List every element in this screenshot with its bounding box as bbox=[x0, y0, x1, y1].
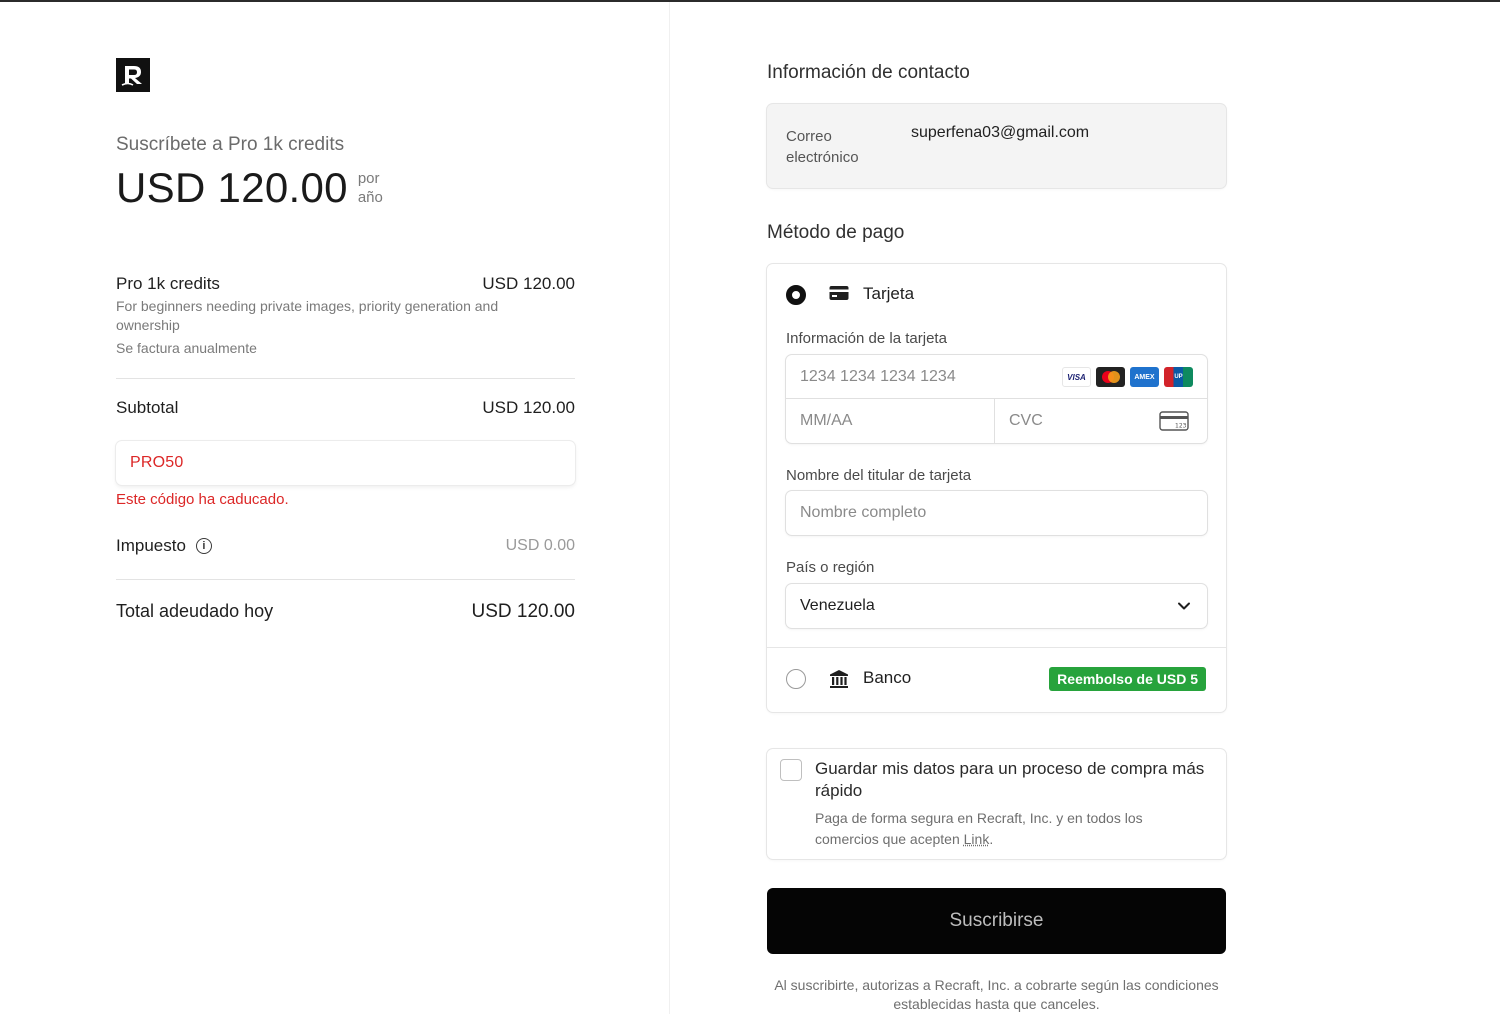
price-period-line2: año bbox=[357, 189, 383, 206]
country-label: País o región bbox=[786, 559, 875, 576]
line-item-price: USD 120.00 bbox=[482, 274, 575, 293]
bank-radio[interactable] bbox=[786, 669, 806, 689]
country-select[interactable]: Venezuela bbox=[786, 584, 1207, 628]
info-icon[interactable]: i bbox=[195, 538, 212, 554]
bank-option-label[interactable]: Banco bbox=[863, 668, 911, 688]
total-value: USD 120.00 bbox=[471, 601, 575, 622]
card-info-label: Información de la tarjeta bbox=[786, 330, 947, 347]
cvc-card-icon: 123 bbox=[1159, 411, 1189, 436]
line-item-name: Pro 1k credits bbox=[116, 274, 220, 293]
divider bbox=[116, 579, 575, 580]
save-info-checkbox[interactable] bbox=[780, 759, 802, 781]
card-number-input[interactable]: 1234 1234 1234 1234 VISA AMEX UP bbox=[786, 355, 1207, 399]
contact-info-box: Correo electrónico superfena03@gmail.com bbox=[767, 104, 1226, 188]
promo-error-message: Este código ha caducado. bbox=[116, 491, 289, 508]
save-info-description: Paga de forma segura en Recraft, Inc. y … bbox=[815, 808, 1195, 850]
payment-section-title: Método de pago bbox=[767, 222, 905, 243]
total-label: Total adeudado hoy bbox=[116, 601, 274, 621]
chevron-down-icon bbox=[1177, 599, 1191, 618]
cvc-input[interactable]: CVC 123 bbox=[995, 399, 1207, 443]
line-item-description: For beginners needing private images, pr… bbox=[116, 298, 499, 333]
card-input-group: 1234 1234 1234 1234 VISA AMEX UP MM/AA C… bbox=[786, 355, 1207, 443]
unionpay-icon: UP bbox=[1164, 367, 1193, 387]
subtotal-row: Subtotal USD 120.00 bbox=[116, 398, 575, 418]
cardholder-placeholder: Nombre completo bbox=[800, 504, 927, 521]
cardholder-label: Nombre del titular de tarjeta bbox=[786, 467, 972, 484]
visa-icon: VISA bbox=[1062, 367, 1091, 387]
total-row: Total adeudado hoy USD 120.00 bbox=[116, 601, 575, 623]
bank-rebate-badge: Reembolso de USD 5 bbox=[1049, 667, 1206, 691]
contact-section-title: Información de contacto bbox=[767, 62, 970, 83]
divider bbox=[116, 378, 575, 379]
subscribe-title: Suscríbete a Pro 1k credits bbox=[116, 134, 345, 155]
save-info-title[interactable]: Guardar mis datos para un proceso de com… bbox=[815, 758, 1215, 802]
expiry-input[interactable]: MM/AA bbox=[786, 399, 995, 443]
cardholder-name-input[interactable]: Nombre completo bbox=[786, 491, 1207, 535]
link-info-link[interactable]: Link bbox=[964, 831, 990, 847]
tax-label-group: Impuesto i bbox=[116, 536, 212, 556]
promo-code-field[interactable]: PRO50 bbox=[116, 441, 575, 485]
legal-text: Al suscribirte, autorizas a Recraft, Inc… bbox=[774, 977, 1219, 1012]
subtotal-value: USD 120.00 bbox=[482, 398, 575, 417]
credit-card-icon bbox=[829, 285, 849, 306]
price-amount: USD 120.00 bbox=[116, 164, 348, 211]
tax-label: Impuesto bbox=[116, 536, 186, 555]
price-row: USD 120.00 por año bbox=[116, 164, 383, 212]
card-radio[interactable] bbox=[786, 285, 806, 305]
save-desc-suffix: . bbox=[989, 831, 994, 847]
save-info-box: Guardar mis datos para un proceso de com… bbox=[767, 749, 1226, 859]
country-value: Venezuela bbox=[800, 597, 875, 614]
amex-icon: AMEX bbox=[1130, 367, 1159, 387]
mastercard-icon bbox=[1096, 367, 1125, 387]
price-period: por año bbox=[358, 169, 383, 207]
recraft-logo-icon bbox=[116, 58, 150, 92]
email-value: superfena03@gmail.com bbox=[911, 124, 1090, 141]
line-item: Pro 1k credits USD 120.00 For beginners … bbox=[116, 274, 575, 356]
card-number-placeholder: 1234 1234 1234 1234 bbox=[800, 367, 956, 385]
email-label: Correo electrónico bbox=[786, 128, 859, 166]
tax-row: Impuesto i USD 0.00 bbox=[116, 536, 575, 556]
payment-method-box: Tarjeta Información de la tarjeta 1234 1… bbox=[767, 264, 1226, 712]
bank-icon bbox=[829, 669, 849, 694]
line-item-billing: Se factura anualmente bbox=[116, 340, 257, 356]
card-brands: VISA AMEX UP bbox=[1062, 367, 1193, 387]
tax-value: USD 0.00 bbox=[505, 537, 575, 554]
card-option-label[interactable]: Tarjeta bbox=[863, 284, 914, 304]
divider bbox=[767, 647, 1226, 648]
subtotal-label: Subtotal bbox=[116, 398, 179, 417]
price-period-line1: por bbox=[357, 170, 380, 187]
subscribe-button[interactable]: Suscribirse bbox=[767, 888, 1226, 954]
promo-code-value: PRO50 bbox=[130, 454, 184, 471]
expiry-placeholder: MM/AA bbox=[800, 412, 853, 429]
cvc-placeholder: CVC bbox=[1009, 412, 1043, 429]
svg-text:123: 123 bbox=[1175, 423, 1187, 430]
